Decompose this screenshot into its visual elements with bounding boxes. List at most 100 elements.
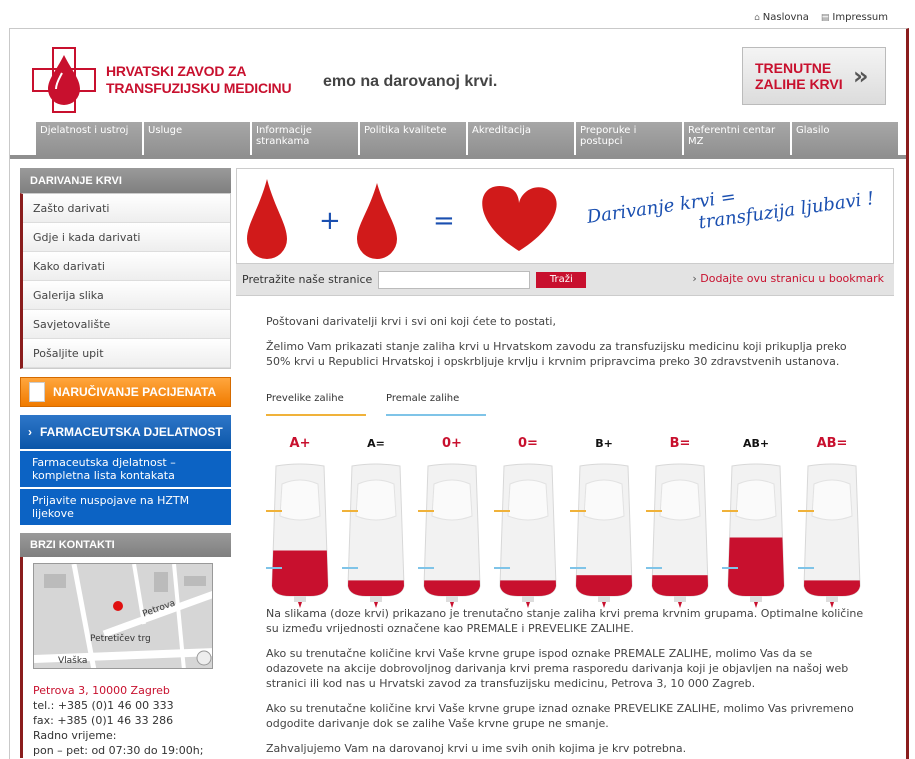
article: Poštovani darivatelji krvi i svi oni koj… (236, 314, 894, 756)
patient-booking-label: NARUČIVANJE PACIJENATA (53, 385, 217, 399)
blood-group-label: A= (367, 437, 385, 450)
nav-tab[interactable]: Akreditacija (467, 121, 575, 157)
quick-contacts: Petrova Petretičev trg Vlaška Petrova 3,… (20, 557, 231, 758)
blood-bag-graphic (342, 463, 405, 608)
sidebar-item[interactable]: Zašto darivati (23, 194, 230, 223)
address: Petrova 3, 10000 Zagreb (33, 684, 170, 697)
pharmacy-heading[interactable]: › FARMACEUTSKA DJELATNOST (20, 415, 231, 449)
blood-bag-graphic (418, 463, 481, 608)
news-ticker: emo na darovanoj krvi. (323, 73, 498, 90)
home-icon: ⌂ (754, 12, 760, 23)
blood-stock-button[interactable]: TRENUTNE ZALIHE KRVI » (742, 47, 886, 105)
nav-tab[interactable]: Informacije strankama (251, 121, 359, 157)
blood-bag-B+: B+ (570, 436, 638, 608)
svg-text:=: = (433, 206, 455, 236)
chevron-right-icon: › (692, 272, 697, 285)
contact-info: Petrova 3, 10000 Zagreb tel.: +385 (0)1 … (33, 683, 221, 758)
paragraph: Poštovani darivatelji krvi i svi oni koj… (266, 315, 556, 328)
blood-group-label: A+ (289, 436, 311, 451)
blood-group-label: 0= (518, 436, 538, 451)
blood-bag-graphic (570, 463, 633, 608)
home-link-label: Naslovna (762, 12, 809, 23)
paragraph: Zahvaljujemo Vam na darovanoj krvi u ime… (266, 742, 687, 755)
blood-bag-graphic (646, 463, 709, 608)
blood-bags: A+ A= 0+ 0= B+ B= AB+ AB= (266, 436, 864, 608)
impressum-link-label: Impressum (832, 12, 888, 23)
sidebar-item[interactable]: Kako darivati (23, 252, 230, 281)
blood-stock-line-2: ZALIHE KRVI (755, 76, 843, 92)
header: HRVATSKI ZAVOD ZA TRANSFUZIJSKU MEDICINU… (10, 29, 906, 159)
logo[interactable]: HRVATSKI ZAVOD ZA TRANSFUZIJSKU MEDICINU (32, 47, 292, 113)
blood-group-label: AB= (816, 436, 848, 451)
quick-contacts-heading: BRZI KONTAKTI (20, 533, 231, 557)
blood-bag-0=: 0= (494, 436, 562, 608)
impressum-link[interactable]: ▤ Impressum (821, 12, 888, 23)
top-links: ⌂ Naslovna ▤ Impressum (754, 12, 888, 23)
legend-low: Premale zalihe (386, 391, 486, 416)
legend-high: Prevelike zalihe (266, 391, 366, 416)
location-map[interactable]: Petrova Petretičev trg Vlaška (33, 563, 213, 669)
blood-group-label: B+ (595, 437, 613, 450)
blood-bag-graphic (798, 463, 861, 608)
pharmacy-heading-label: FARMACEUTSKA DJELATNOST (40, 425, 223, 439)
logo-line-1: HRVATSKI ZAVOD ZA (106, 63, 247, 79)
bookmark-label: Dodajte ovu stranicu u bookmark (700, 272, 884, 285)
phone: tel.: +385 (0)1 46 00 333 (33, 699, 174, 712)
fax: fax: +385 (0)1 46 33 286 (33, 714, 174, 727)
home-link[interactable]: ⌂ Naslovna (754, 12, 809, 23)
nav-tab[interactable]: Djelatnost i ustroj (35, 121, 143, 157)
blood-group-label: 0+ (442, 436, 462, 451)
blood-bag-0+: 0+ (418, 436, 486, 608)
blood-bag-A=: A= (342, 436, 410, 608)
double-chevron-right-icon: » (853, 62, 869, 90)
search-label: Pretražite naše stranice (242, 273, 373, 286)
svg-text:+: + (319, 206, 341, 236)
bookmark-link[interactable]: › Dodajte ovu stranicu u bookmark (692, 272, 884, 285)
report-side-effects-link[interactable]: Prijavite nuspojave na HZTM lijekove (20, 487, 231, 525)
paragraph: Ako su trenutačne količine krvi Vaše krv… (266, 647, 849, 690)
logo-line-2: TRANSFUZIJSKU MEDICINU (106, 80, 292, 96)
blood-bag-graphic (266, 463, 329, 608)
main-nav: Djelatnost i ustroj Usluge Informacije s… (35, 121, 899, 157)
sidebar-item[interactable]: Galerija slika (23, 281, 230, 310)
sidebar-menu: Zašto darivati Gdje i kada darivati Kako… (20, 193, 231, 369)
sidebar-heading: DARIVANJE KRVI (20, 168, 231, 193)
paragraph: Na slikama (doze krvi) prikazano je tren… (266, 607, 864, 635)
nav-tab[interactable]: Glasilo (791, 121, 899, 157)
blood-bag-graphic (494, 463, 557, 608)
map-label: Vlaška (58, 656, 88, 666)
search-input[interactable] (378, 270, 531, 289)
paragraph: Ako su trenutačne količine krvi Vaše krv… (266, 702, 854, 730)
pharmacy-contacts-link[interactable]: Farmaceutska djelatnost – kompletna list… (20, 449, 231, 487)
search-bar: Pretražite naše stranice Traži › Dodajte… (236, 264, 894, 296)
nav-tab[interactable]: Usluge (143, 121, 251, 157)
chevron-right-icon: › (28, 425, 32, 439)
hours-label: Radno vrijeme: (33, 729, 117, 742)
document-icon (29, 382, 45, 402)
main-content: + = Darivanje krvi = transfuzija ljubavi… (236, 168, 894, 756)
paragraph: Želimo Vam prikazati stanje zaliha krvi … (266, 340, 847, 368)
nav-tab[interactable]: Preporuke i postupci (575, 121, 683, 157)
sidebar-item[interactable]: Pošaljite upit (23, 339, 230, 368)
nav-tab[interactable]: Referentni centar MZ (683, 121, 791, 157)
patient-booking-button[interactable]: NARUČIVANJE PACIJENATA (20, 377, 231, 407)
blood-bag-AB+: AB+ (722, 436, 790, 608)
sidebar: DARIVANJE KRVI Zašto darivati Gdje i kad… (20, 168, 231, 758)
blood-bag-A+: A+ (266, 436, 334, 608)
sidebar-item[interactable]: Savjetovalište (23, 310, 230, 339)
banner: + = Darivanje krvi = transfuzija ljubavi… (236, 168, 894, 264)
sidebar-item[interactable]: Gdje i kada darivati (23, 223, 230, 252)
nav-tab[interactable]: Politika kvalitete (359, 121, 467, 157)
document-icon: ▤ (820, 12, 830, 23)
logo-icon (32, 47, 96, 113)
map-label: Petretičev trg (90, 634, 151, 644)
blood-group-label: B= (669, 436, 691, 451)
search-button[interactable]: Traži (536, 271, 587, 288)
blood-bag-AB=: AB= (798, 436, 866, 608)
blood-group-label: AB+ (742, 437, 770, 450)
blood-bag-graphic (722, 463, 785, 608)
hours: pon – pet: od 07:30 do 19:00h; (33, 744, 204, 757)
blood-stock-line-1: TRENUTNE (755, 60, 832, 76)
logo-text: HRVATSKI ZAVOD ZA TRANSFUZIJSKU MEDICINU (106, 63, 292, 97)
nav-underline (10, 155, 906, 159)
